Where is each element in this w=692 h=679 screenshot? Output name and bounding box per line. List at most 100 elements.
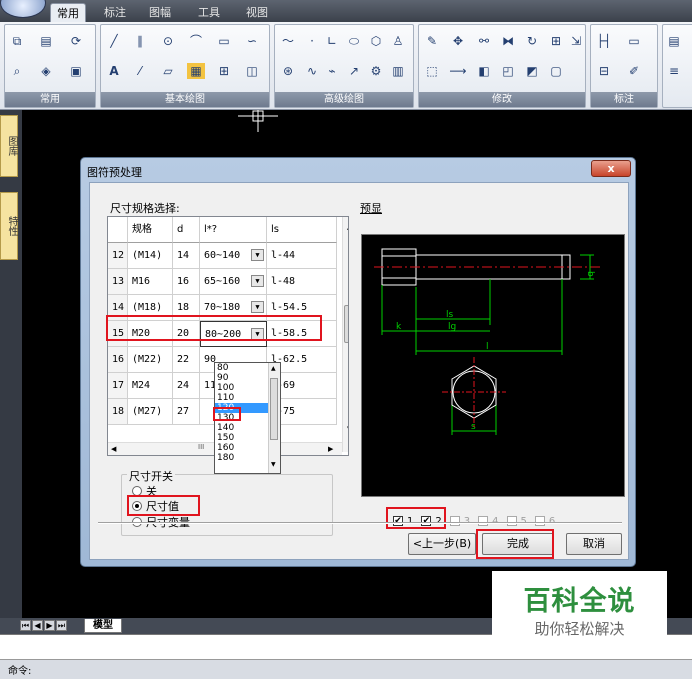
command-prompt[interactable]: 命令: xyxy=(8,662,31,677)
dimension-icon[interactable]: ├┤ xyxy=(595,33,613,49)
text-icon[interactable]: A xyxy=(105,63,123,79)
move-icon[interactable]: ✥ xyxy=(449,33,467,49)
view-checkbox-1[interactable]: ✔ xyxy=(393,516,403,526)
tab-common[interactable]: 常用 xyxy=(50,3,86,22)
tab-frame[interactable]: 图幅 xyxy=(143,3,177,22)
dropdown-arrow-icon[interactable]: ▼ xyxy=(251,249,264,261)
side-tab-library[interactable]: 图库 xyxy=(0,115,18,177)
wave-icon[interactable]: ∿ xyxy=(303,63,321,79)
cell-text: l-54.5 xyxy=(271,302,308,313)
ribbon-group-modify: ✎ ✥ ⚯ ⧓ ↻ ⊞ ⇲ ⬚ ⟶ ◧ ◰ ◩ ▢ 修改 xyxy=(418,24,586,108)
explode-icon[interactable]: ▢ xyxy=(547,63,565,79)
gear-icon[interactable]: ⚙ xyxy=(367,63,385,79)
extend-icon[interactable]: ⟶ xyxy=(449,63,467,79)
polyline-icon[interactable]: 〜 xyxy=(279,33,297,49)
tab-view[interactable]: 视图 xyxy=(240,3,274,22)
image-icon[interactable]: ◫ xyxy=(243,63,261,79)
scroll-down-icon[interactable]: ▼ xyxy=(271,461,276,468)
arc-icon[interactable]: ⌒ xyxy=(187,33,205,49)
copy-object-icon[interactable]: ⚯ xyxy=(475,33,493,49)
dropdown-arrow-icon[interactable]: ▼ xyxy=(251,301,264,313)
person-icon[interactable]: ♙ xyxy=(389,33,407,49)
table-vertical-scrollbar[interactable]: ▲ ▼ xyxy=(342,217,348,452)
side-tab-properties[interactable]: 特性 xyxy=(0,192,18,260)
rotate-icon[interactable]: ↻ xyxy=(523,33,541,49)
break-icon[interactable]: ◧ xyxy=(475,63,493,79)
cell-text: 14 xyxy=(177,250,190,261)
dim-ls-label: ls xyxy=(446,310,454,320)
hole-icon[interactable]: ⊛ xyxy=(279,63,297,79)
last-tab-icon[interactable]: ⏭ xyxy=(56,620,67,631)
spline-icon[interactable]: ∽ xyxy=(243,33,261,49)
refresh-icon[interactable]: ⟳ xyxy=(67,33,85,49)
tolerance-icon[interactable]: ⊟ xyxy=(595,63,613,79)
cell-text: 18 xyxy=(177,302,190,313)
table-cell-l[interactable]: 60~140 ▼ xyxy=(200,243,267,269)
scroll-left-icon[interactable]: ◀ xyxy=(111,445,116,453)
hatch-icon[interactable]: ▱ xyxy=(159,63,177,79)
column-header xyxy=(108,217,128,243)
ellipse-icon[interactable]: ⬭ xyxy=(345,33,363,49)
prev-step-button[interactable]: <上一步(B) xyxy=(408,533,476,555)
parallel-line-icon[interactable]: ∥ xyxy=(131,33,149,49)
view-checkbox-2[interactable]: ✔ xyxy=(421,516,432,526)
format-icon[interactable]: ▤ xyxy=(665,33,683,49)
view-checkbox-3[interactable] xyxy=(449,516,460,526)
table-row[interactable]: 12 (M14) 14 60~140 ▼ l-44 xyxy=(108,243,337,269)
model-tab[interactable]: 模型 xyxy=(84,619,122,633)
view-checkbox-6[interactable] xyxy=(534,516,545,526)
array-icon[interactable]: ⊞ xyxy=(547,33,565,49)
table-cell-l[interactable]: 65~160 ▼ xyxy=(200,269,267,295)
next-tab-icon[interactable]: ▶ xyxy=(44,620,55,631)
zoom-icon[interactable]: ⌕ xyxy=(8,63,26,79)
layer-icon[interactable]: ◈ xyxy=(37,63,55,79)
table-icon[interactable]: ▥ xyxy=(389,63,407,79)
view-checkbox-5[interactable] xyxy=(506,516,517,526)
tab-dimension[interactable]: 标注 xyxy=(98,3,132,22)
erase-icon[interactable]: ✎ xyxy=(423,33,441,49)
corner-icon[interactable]: ∟ xyxy=(323,33,341,49)
circle-icon[interactable]: ⊙ xyxy=(159,33,177,49)
prev-tab-icon[interactable]: ◀ xyxy=(32,620,43,631)
cancel-button[interactable]: 取消 xyxy=(566,533,622,555)
save-icon[interactable]: ▣ xyxy=(67,63,85,79)
scroll-right-icon[interactable]: ▶ xyxy=(328,445,333,453)
dropdown-arrow-icon[interactable]: ▼ xyxy=(251,275,264,287)
block-icon[interactable]: ⊞ xyxy=(215,63,233,79)
polygon-icon[interactable]: ⬡ xyxy=(367,33,385,49)
chamfer-icon[interactable]: ◩ xyxy=(523,63,541,79)
scroll-thumb[interactable] xyxy=(270,378,278,440)
rectangle-icon[interactable]: ▭ xyxy=(215,33,233,49)
fillet-icon[interactable]: ◰ xyxy=(499,63,517,79)
break-line-icon[interactable]: ⌁ xyxy=(323,63,341,79)
view-checkbox-label: 6 xyxy=(548,515,556,527)
dimension-style-icon[interactable]: ▭ xyxy=(625,33,643,49)
dropdown-scrollbar[interactable]: ▲ ▼ xyxy=(268,363,280,473)
scroll-thumb[interactable] xyxy=(344,305,348,343)
view-checkbox-4[interactable] xyxy=(478,516,489,526)
library-icon[interactable]: ▦ xyxy=(187,63,205,79)
edit-dimension-icon[interactable]: ✐ xyxy=(625,63,643,79)
copy-icon[interactable]: ⧉ xyxy=(8,33,26,49)
arrow-icon[interactable]: ↗ xyxy=(345,63,363,79)
selected-row-highlight xyxy=(106,315,322,341)
line-icon[interactable]: ╱ xyxy=(105,33,123,49)
cell-text: (M14) xyxy=(132,250,163,261)
mirror-icon[interactable]: ⧓ xyxy=(499,33,517,49)
scroll-up-icon[interactable]: ▲ xyxy=(271,365,276,372)
table-row[interactable]: 13 M16 16 65~160 ▼ l-48 xyxy=(108,269,337,295)
close-button[interactable]: x xyxy=(591,160,631,177)
scroll-up-icon[interactable]: ▲ xyxy=(347,223,348,231)
first-tab-icon[interactable]: ⏮ xyxy=(20,620,31,631)
scroll-down-icon[interactable]: ▼ xyxy=(347,425,348,433)
scroll-grip[interactable]: III xyxy=(198,443,204,451)
view-checkbox-label: 3 xyxy=(463,515,471,527)
centerline-icon[interactable]: ⁄ xyxy=(131,63,149,79)
cell-text: 24 xyxy=(177,380,190,391)
paste-icon[interactable]: ▤ xyxy=(37,33,55,49)
stretch-icon[interactable]: ⇲ xyxy=(567,33,585,49)
point-icon[interactable]: · xyxy=(303,33,321,49)
tab-tools[interactable]: 工具 xyxy=(192,3,226,22)
list-icon[interactable]: ≡ xyxy=(665,63,683,79)
trim-icon[interactable]: ⬚ xyxy=(423,63,441,79)
